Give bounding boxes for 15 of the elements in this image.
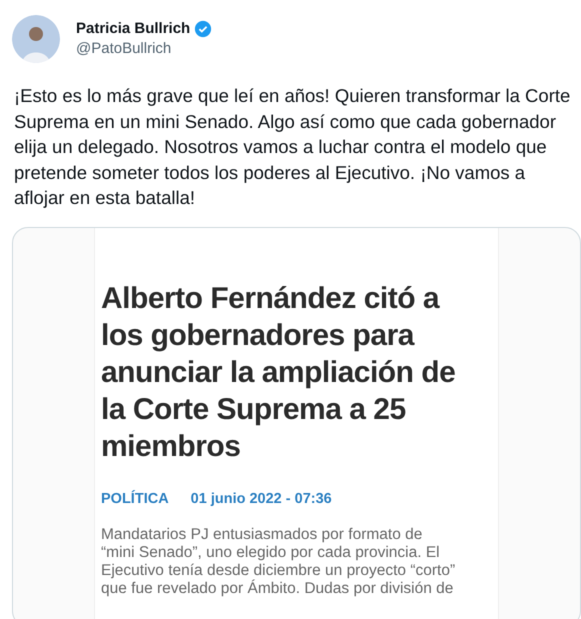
author-name[interactable]: Patricia Bullrich: [76, 19, 190, 39]
headline-line: la Corte Suprema a 25: [101, 392, 407, 428]
body-line: que fue revelado por Ámbito. Dudas por división de: [101, 580, 454, 598]
body-line: Mandatarios PJ entusiasmados por formato de: [101, 526, 424, 544]
headline-line: miembros: [101, 428, 242, 464]
section-label: POLÍTICA: [101, 489, 169, 508]
author-handle[interactable]: @PatoBullrich: [76, 39, 212, 59]
body-line: “mini Senado”, uno elegido por cada provincia. El: [101, 544, 441, 562]
headline-line: Alberto Fernández citó a: [101, 280, 441, 316]
headline-line: anunciar la ampliación de: [101, 354, 456, 390]
body-line: Ejecutivo tenía desde diciembre un proyecto “corto”: [101, 562, 456, 580]
article-date: 01 junio 2022 - 07:36: [190, 490, 332, 508]
avatar[interactable]: [12, 15, 60, 63]
headline-line: los gobernadores para: [101, 318, 416, 354]
tweet-text: ¡Esto es lo más grave que leí en años! Quieren transformar la Corte Suprema en un mini Senado. Algo así como que cada gobernador elija un delegado. Nosotros vamos a luchar contra el modelo que pretende someter todos los poderes al Ejecutivo. ¡No vamos a aflojar en esta batalla!: [14, 84, 571, 210]
